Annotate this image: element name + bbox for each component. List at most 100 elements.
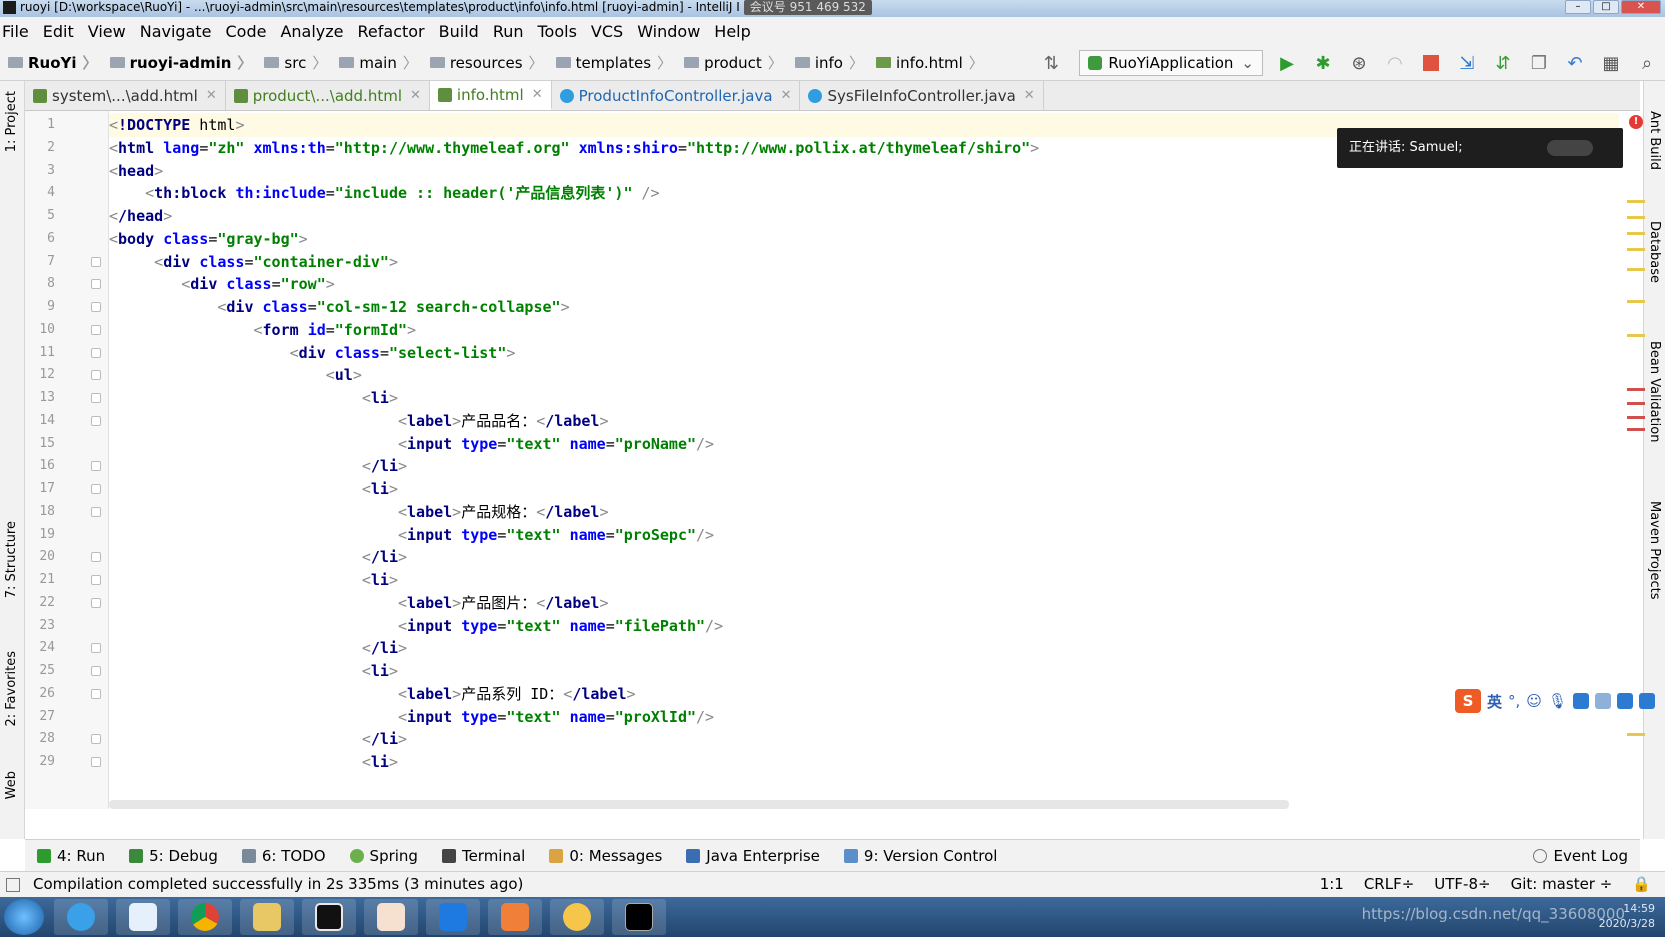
code-editor[interactable]: <!DOCTYPE html> <html lang="zh" xmlns:th=…	[109, 111, 1619, 809]
menu-edit[interactable]: Edit	[43, 22, 74, 41]
breadcrumb-src[interactable]: src 〉	[256, 52, 327, 73]
code-line[interactable]: <label>产品规格：</label>	[109, 500, 1619, 524]
taskbar-pdf[interactable]	[488, 899, 542, 935]
taskbar-baidu-netdisk[interactable]	[116, 899, 170, 935]
web-panel-tab[interactable]: Web	[4, 771, 19, 799]
breadcrumb-main[interactable]: main 〉	[331, 52, 418, 73]
stop-icon[interactable]	[1418, 50, 1444, 76]
fold-icon[interactable]	[91, 666, 101, 676]
warning-marker[interactable]	[1627, 232, 1645, 235]
close-icon[interactable]: ✕	[206, 88, 217, 103]
profile-icon[interactable]: ◠	[1382, 50, 1408, 76]
code-line[interactable]: <label>产品图片：</label>	[109, 591, 1619, 615]
breadcrumb-ruoyi-admin[interactable]: ruoyi-admin 〉	[102, 52, 252, 73]
event-log-tool-button[interactable]: Event Log	[1533, 847, 1628, 865]
warning-marker[interactable]	[1627, 733, 1645, 736]
coverage-icon[interactable]: ⊛	[1346, 50, 1372, 76]
code-line[interactable]: <li>	[109, 568, 1619, 592]
code-line[interactable]: <label>产品品名：</label>	[109, 409, 1619, 433]
favorites-panel-tab[interactable]: 2: Favorites	[4, 651, 19, 727]
taskbar-chrome[interactable]	[178, 899, 232, 935]
java-enterprise-tool-button[interactable]: Java Enterprise	[686, 847, 820, 865]
error-marker[interactable]	[1627, 402, 1645, 405]
code-line[interactable]: <div class="col-sm-12 search-collapse">	[109, 295, 1619, 319]
caret-position[interactable]: 1:1	[1320, 872, 1344, 897]
taskbar-meeting[interactable]	[426, 899, 480, 935]
code-line[interactable]: <body class="gray-bg">	[109, 227, 1619, 251]
ime-language-label[interactable]: 英	[1487, 691, 1502, 712]
skin-icon[interactable]	[1616, 693, 1633, 709]
fold-icon[interactable]	[91, 688, 101, 699]
debug-tool-button[interactable]: 5: Debug	[129, 847, 218, 865]
breadcrumb-templates[interactable]: templates 〉	[548, 52, 672, 73]
breadcrumb-resources[interactable]: resources 〉	[422, 52, 544, 73]
warning-marker[interactable]	[1627, 248, 1645, 251]
bean-validation-panel-tab[interactable]: Bean Validation	[1647, 341, 1662, 442]
database-panel-tab[interactable]: Database	[1647, 221, 1662, 283]
code-line[interactable]: </li>	[109, 545, 1619, 569]
fold-icon[interactable]	[91, 734, 101, 745]
horizontal-scrollbar[interactable]	[109, 800, 1289, 809]
menu-build[interactable]: Build	[439, 22, 479, 41]
taskbar-app-yellow[interactable]	[550, 899, 604, 935]
warning-marker[interactable]	[1627, 334, 1645, 337]
run-configuration-select[interactable]: RuoYiApplication ⌄	[1079, 50, 1263, 76]
warning-marker[interactable]	[1627, 200, 1645, 203]
code-line[interactable]: </li>	[109, 454, 1619, 478]
fold-icon[interactable]	[91, 370, 101, 381]
code-line[interactable]: <div class="select-list">	[109, 341, 1619, 365]
sogou-ime-icon[interactable]: S	[1455, 689, 1481, 713]
structure-panel-tab[interactable]: 7: Structure	[4, 521, 19, 598]
taskbar-ie[interactable]	[54, 899, 108, 935]
close-icon[interactable]: ✕	[1024, 88, 1035, 103]
tab-system-add-html[interactable]: system\...\add.html ✕	[25, 81, 226, 110]
fold-icon[interactable]	[91, 575, 101, 585]
breadcrumb-ruoyi[interactable]: RuoYi 〉	[0, 52, 98, 73]
code-line[interactable]: <input type="text" name="proXlId"/>	[109, 705, 1619, 729]
taskbar-explorer[interactable]	[240, 899, 294, 935]
todo-tool-button[interactable]: 6: TODO	[241, 847, 326, 865]
version-control-tool-button[interactable]: 9: Version Control	[843, 847, 997, 865]
code-line[interactable]: <li>	[109, 750, 1619, 774]
fold-icon[interactable]	[91, 324, 101, 335]
warning-marker[interactable]	[1627, 216, 1645, 219]
warning-marker[interactable]	[1627, 268, 1645, 271]
menu-navigate[interactable]: Navigate	[140, 22, 212, 41]
breadcrumb-info[interactable]: info 〉	[787, 52, 864, 73]
fold-icon[interactable]	[91, 393, 101, 403]
build-icon[interactable]: ⇅	[1038, 50, 1064, 76]
emoji-icon[interactable]: ☺	[1526, 692, 1542, 710]
menu-refactor[interactable]: Refactor	[358, 22, 425, 41]
code-line[interactable]: <div class="container-div">	[109, 250, 1619, 274]
fold-icon[interactable]	[91, 461, 101, 472]
tab-productinfocontroller[interactable]: ProductInfoController.java ✕	[552, 81, 801, 110]
encoding-select[interactable]: UTF-8÷	[1434, 872, 1490, 897]
code-line[interactable]: </li>	[109, 636, 1619, 660]
terminal-tool-button[interactable]: Terminal	[441, 847, 525, 865]
lock-icon[interactable]: 🔒	[1632, 872, 1651, 897]
fold-icon[interactable]	[91, 757, 101, 767]
code-line[interactable]: <input type="text" name="proName"/>	[109, 432, 1619, 456]
messages-tool-button[interactable]: 0: Messages	[549, 847, 662, 865]
menu-view[interactable]: View	[88, 22, 126, 41]
run-icon[interactable]: ▶	[1274, 50, 1300, 76]
maven-projects-panel-tab[interactable]: Maven Projects	[1647, 501, 1662, 600]
menu-code[interactable]: Code	[226, 22, 267, 41]
ant-build-panel-tab[interactable]: Ant Build	[1647, 111, 1662, 170]
search-icon[interactable]: ⌕	[1634, 50, 1660, 76]
run-tool-button[interactable]: 4: Run	[37, 847, 105, 865]
code-line[interactable]: <li>	[109, 659, 1619, 683]
code-line[interactable]: <li>	[109, 477, 1619, 501]
toolbox-icon[interactable]	[1638, 693, 1655, 709]
code-line[interactable]: <input type="text" name="filePath"/>	[109, 614, 1619, 638]
fold-icon[interactable]	[91, 597, 101, 608]
line-separator-select[interactable]: CRLF÷	[1364, 872, 1414, 897]
menu-file[interactable]: File	[2, 22, 29, 41]
revert-icon[interactable]: ↶	[1562, 50, 1588, 76]
tab-info-html[interactable]: info.html ✕	[429, 81, 552, 110]
code-line[interactable]: <div class="row">	[109, 272, 1619, 296]
code-line[interactable]: <li>	[109, 386, 1619, 410]
breadcrumb-info-html[interactable]: info.html 〉	[868, 52, 984, 73]
menu-help[interactable]: Help	[714, 22, 750, 41]
error-marker[interactable]	[1627, 428, 1645, 431]
